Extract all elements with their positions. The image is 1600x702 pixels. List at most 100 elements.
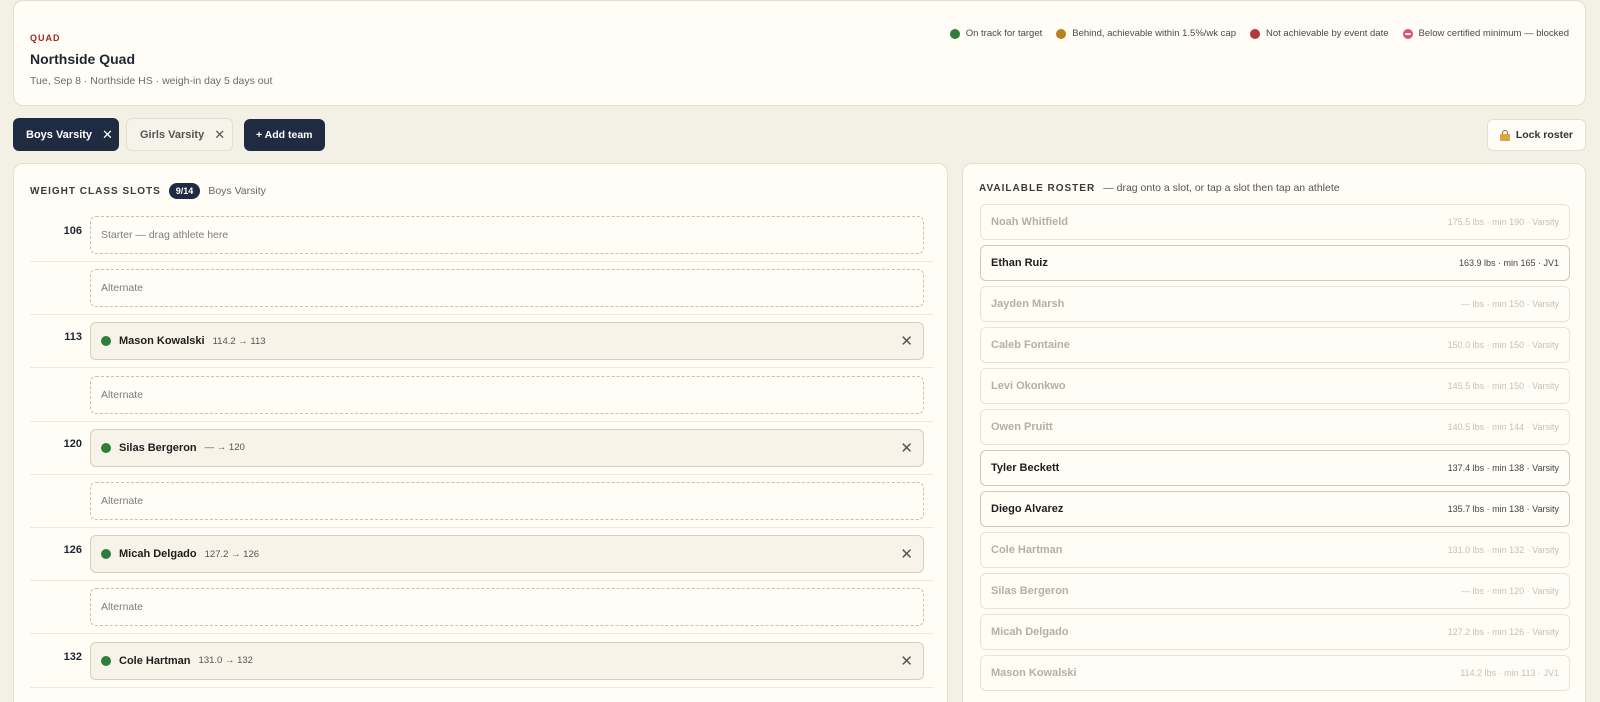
lock-icon — [1499, 129, 1510, 141]
weight-class-label: 120 — [63, 437, 82, 450]
roster-athlete-card[interactable]: Silas Bergeron — lbs · min 120 · Varsity — [980, 573, 1570, 609]
athlete-weight-meta: — lbs · min 120 · Varsity — [1461, 586, 1559, 596]
slots-title: WEIGHT CLASS SLOTS — [30, 185, 161, 197]
remove-athlete-icon[interactable]: ✕ — [900, 332, 913, 350]
close-tab-icon[interactable]: ✕ — [214, 127, 225, 143]
legend-item-on-track: On track for target — [949, 28, 1043, 39]
remove-athlete-icon[interactable]: ✕ — [900, 652, 913, 670]
slot-row-starter: 126 Micah Delgado 127.2 → 126 ✕ — [30, 527, 933, 582]
weight-class-slots-panel: WEIGHT CLASS SLOTS 9/14 Boys Varsity 106… — [13, 163, 948, 702]
empty-alternate-slot[interactable]: Alternate — [90, 375, 924, 414]
athlete-weight-meta: 137.4 lbs · min 138 · Varsity — [1447, 463, 1559, 473]
roster-athlete-card[interactable]: Caleb Fontaine 150.0 lbs · min 150 · Vars… — [980, 327, 1570, 363]
athlete-weight-meta: 114.2 lbs · min 113 · JV1 — [1460, 668, 1559, 678]
athlete-weight-meta: 145.5 lbs · min 150 · Varsity — [1447, 381, 1559, 391]
athlete-weight-meta: 163.9 lbs · min 165 · JV1 — [1458, 258, 1559, 268]
legend-item-not-achievable: Not achievable by event date — [1249, 28, 1389, 39]
status-dot-icon — [101, 655, 111, 666]
status-dot-icon — [1056, 28, 1067, 39]
athlete-name: Micah Delgado — [991, 626, 1069, 638]
slot-row-starter: 106 Starter — drag athlete here — [30, 208, 933, 262]
roster-athlete-card[interactable]: Jayden Marsh — lbs · min 150 · Varsity — [980, 286, 1570, 322]
slot-athlete-weights: — → 120 — [204, 442, 245, 454]
slot-athlete-name: Cole Hartman — [119, 654, 191, 667]
roster-athlete-card[interactable]: Diego Alvarez 135.7 lbs · min 138 · Varsi… — [980, 491, 1570, 527]
athlete-name: Noah Whitfield — [991, 216, 1068, 228]
tab-label: Girls Varsity — [140, 128, 205, 141]
status-dot-icon — [101, 336, 111, 347]
filled-slot[interactable]: Silas Bergeron — → 120 ✕ — [90, 428, 924, 467]
legend-item-behind: Behind, achievable within 1.5%/wk cap — [1056, 28, 1236, 39]
legend-label: Below certified minimum — blocked — [1418, 28, 1569, 39]
athlete-weight-meta: 140.5 lbs · min 144 · Varsity — [1447, 422, 1559, 432]
slot-athlete-name: Micah Delgado — [119, 548, 197, 561]
filled-slot[interactable]: Mason Kowalski 114.2 → 113 ✕ — [90, 322, 924, 361]
empty-alternate-slot[interactable]: Alternate — [90, 482, 924, 520]
empty-starter-slot[interactable]: Starter — drag athlete here — [90, 216, 924, 254]
slot-row-starter: 132 Cole Hartman 131.0 → 132 ✕ — [30, 634, 933, 688]
roster-athlete-card[interactable]: Tyler Beckett 137.4 lbs · min 138 · Varsi… — [980, 450, 1570, 486]
athlete-weight-meta: — lbs · min 150 · Varsity — [1461, 299, 1559, 309]
roster-header: AVAILABLE ROSTER — drag onto a slot, or … — [979, 182, 1340, 194]
roster-athlete-card[interactable]: Micah Delgado 127.2 lbs · min 126 · Varsi… — [980, 614, 1570, 650]
slot-row-alternate: Alternate — [30, 368, 933, 422]
lock-roster-button[interactable]: Lock roster — [1486, 119, 1586, 151]
roster-athlete-card[interactable]: Ethan Ruiz 163.9 lbs · min 165 · JV1 — [980, 245, 1570, 281]
event-type: QUAD — [30, 33, 61, 43]
athlete-name: Diego Alvarez — [991, 503, 1064, 515]
slot-row-alternate: Alternate — [30, 474, 933, 528]
athlete-name: Caleb Fontaine — [991, 339, 1070, 351]
athlete-name: Levi Okonkwo — [991, 380, 1066, 392]
empty-alternate-slot[interactable]: Alternate — [90, 588, 924, 627]
roster-athlete-card[interactable]: Noah Whitfield 175.5 lbs · min 190 · Vars… — [980, 204, 1570, 240]
blocked-dot-icon — [1402, 28, 1413, 39]
tab-boys-varsity[interactable]: Boys Varsity ✕ — [13, 118, 119, 151]
legend-label: Behind, achievable within 1.5%/wk cap — [1072, 28, 1236, 39]
slots-count-badge: 9/14 — [168, 183, 201, 199]
roster-athlete-card[interactable]: Cole Hartman 131.0 lbs · min 132 · Varsit… — [980, 532, 1570, 568]
close-tab-icon[interactable]: ✕ — [102, 127, 113, 143]
roster-title: AVAILABLE ROSTER — [979, 182, 1096, 194]
slot-athlete-weights: 114.2 → 113 — [212, 335, 266, 347]
athlete-weight-meta: 127.2 lbs · min 126 · Varsity — [1447, 627, 1559, 637]
slot-athlete-weights: 131.0 → 132 — [198, 655, 253, 667]
event-header: QUAD Northside Quad Tue, Sep 8 · Northsi… — [13, 0, 1586, 106]
slots-header: WEIGHT CLASS SLOTS 9/14 Boys Varsity — [30, 183, 266, 199]
slot-row-alternate: Alternate — [30, 261, 933, 316]
athlete-weight-meta: 131.0 lbs · min 132 · Varsity — [1447, 545, 1559, 555]
athlete-weight-meta: 175.5 lbs · min 190 · Varsity — [1447, 217, 1559, 227]
slot-row-alternate: Alternate — [30, 580, 933, 635]
status-dot-icon — [101, 442, 111, 453]
empty-alternate-slot[interactable]: Alternate — [90, 269, 924, 308]
weight-class-label: 126 — [63, 544, 82, 557]
weight-class-label: 113 — [64, 331, 82, 344]
add-team-button[interactable]: + Add team — [244, 119, 325, 151]
athlete-name: Ethan Ruiz — [991, 257, 1048, 269]
athlete-name: Jayden Marsh — [991, 298, 1065, 310]
athlete-name: Tyler Beckett — [991, 462, 1060, 474]
legend-label: Not achievable by event date — [1265, 28, 1389, 39]
filled-slot[interactable]: Micah Delgado 127.2 → 126 ✕ — [90, 535, 924, 574]
athlete-name: Owen Pruitt — [991, 421, 1053, 433]
weight-class-label: 106 — [63, 225, 82, 237]
slot-athlete-name: Mason Kowalski — [119, 335, 205, 348]
slots-team-name: Boys Varsity — [208, 185, 266, 197]
athlete-name: Cole Hartman — [991, 544, 1063, 556]
remove-athlete-icon[interactable]: ✕ — [900, 545, 913, 563]
filled-slot[interactable]: Cole Hartman 131.0 → 132 ✕ — [90, 641, 924, 680]
athlete-name: Mason Kowalski — [991, 667, 1077, 679]
roster-athlete-card[interactable]: Owen Pruitt 140.5 lbs · min 144 · Varsity — [980, 409, 1570, 445]
available-roster-panel: AVAILABLE ROSTER — drag onto a slot, or … — [962, 163, 1586, 702]
slot-athlete-weights: 127.2 → 126 — [204, 548, 260, 560]
slot-athlete-name: Silas Bergeron — [119, 441, 197, 454]
legend-label: On track for target — [965, 28, 1043, 39]
tab-girls-varsity[interactable]: Girls Varsity ✕ — [126, 118, 233, 151]
roster-athlete-card[interactable]: Levi Okonkwo 145.5 lbs · min 150 · Varsit… — [980, 368, 1570, 404]
event-subtitle: Tue, Sep 8 · Northside HS · weigh-in day… — [30, 75, 273, 87]
remove-athlete-icon[interactable]: ✕ — [900, 439, 913, 457]
athlete-weight-meta: 150.0 lbs · min 150 · Varsity — [1447, 340, 1559, 350]
lock-roster-label: Lock roster — [1515, 129, 1573, 141]
roster-athlete-card[interactable]: Mason Kowalski 114.2 lbs · min 113 · JV1 — [980, 655, 1570, 691]
slot-row-starter: 120 Silas Bergeron — → 120 ✕ — [30, 421, 933, 475]
status-dot-icon — [1249, 28, 1260, 39]
